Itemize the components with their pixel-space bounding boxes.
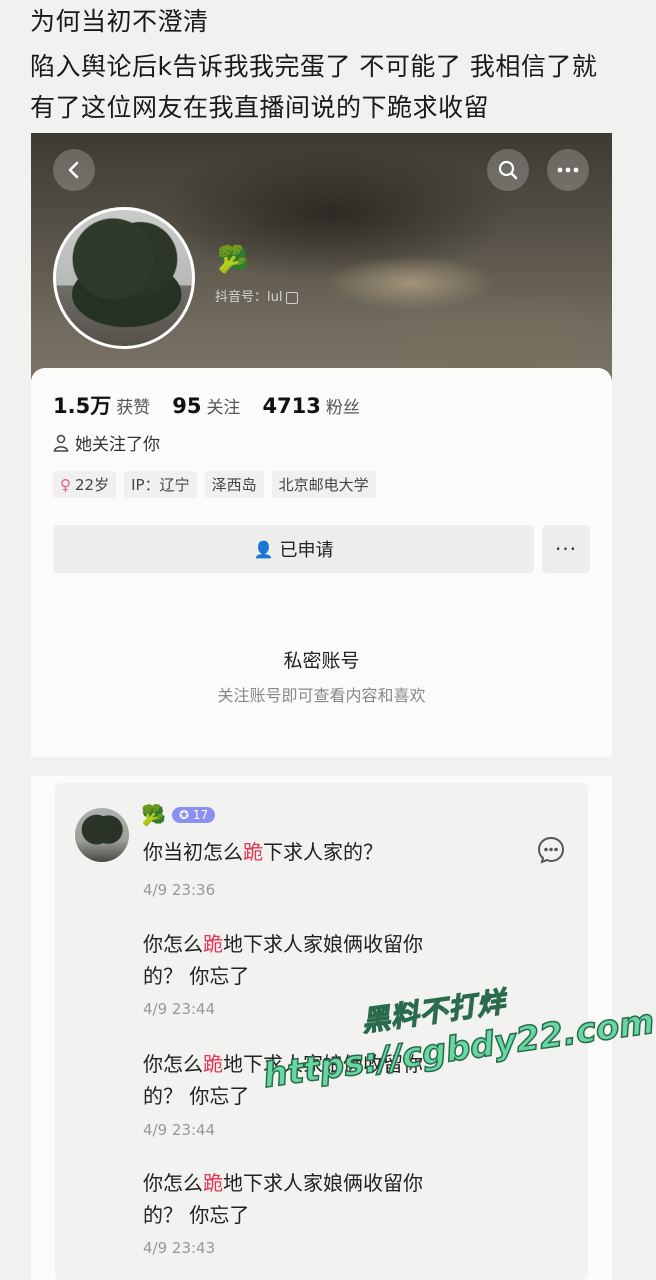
profile-banner: 🥦 抖音号：lul [31,133,612,383]
commenter-avatar[interactable] [75,808,129,862]
message-text: 下求人家的？ [263,840,383,864]
follow-requested-button[interactable]: 👤 已申请 [53,525,534,573]
follow-requested-label: 已申请 [279,540,334,561]
message-text: 地下求人家娘俩收留你 [223,1171,423,1195]
post-text-line-2: 陷入舆论后k告诉我我完蛋了 不可能了 我相信了就 [30,52,598,81]
level-badge-icon: ✪ [179,808,193,822]
back-button[interactable] [53,149,95,191]
search-button[interactable] [487,149,529,191]
follows-you-text: 她关注了你 [75,435,160,455]
search-icon [498,160,518,180]
message-text: 你当初怎么 [143,840,243,864]
message-text: 你怎么 [143,1171,203,1195]
highlighted-word: 跪 [243,840,263,864]
post-text-line-1: 为何当初不澄清 [30,7,209,36]
message-text: 的？ 你忘了 [143,964,250,988]
followers-label[interactable]: 粉丝 [326,398,360,418]
tag-age-text: 22岁 [75,476,110,494]
level-badge-text: 17 [192,808,209,822]
highlighted-word: 跪 [203,1171,223,1195]
comment-message-4: 你怎么跪地下求人家娘俩收留你的？ 你忘了 [143,1167,423,1231]
message-text: 的？ 你忘了 [143,1084,250,1108]
profile-more-button[interactable]: ··· [542,525,590,573]
reply-icon[interactable] [537,836,565,864]
message-text: 地下求人家娘俩收留你 [223,932,423,956]
followers-count[interactable]: 4713 [262,394,320,418]
level-badge: ✪ 17 [172,807,216,823]
comment-time-2: 4/9 23:44 [143,1000,216,1018]
nickname-emoji: 🥦 [217,245,250,275]
tag-age: ♀ 22岁 [53,471,117,498]
comment-message-1: 你当初怎么跪下求人家的？ [143,836,383,868]
tag-ip: IP：辽宁 [124,471,197,498]
comment-message-3: 你怎么跪地下求人家娘俩收留你的？ 你忘了 [143,1048,423,1112]
message-text: 你怎么 [143,932,203,956]
profile-screenshot: 🥦 抖音号：lul 1.5万 获赞 95 关注 4713 粉丝 她关注了你 ♀ 22岁 IP… [31,133,612,757]
comment-time-4: 4/9 23:43 [143,1239,216,1257]
message-text: 的？ 你忘了 [143,1203,250,1227]
profile-tags: ♀ 22岁 IP：辽宁 泽西岛 北京邮电大学 [53,471,384,498]
comment-message-2: 你怎么跪地下求人家娘俩收留你的？ 你忘了 [143,928,423,992]
comment-thread: 🥦 ✪ 17 你当初怎么跪下求人家的？ 4/9 23:36 你怎么跪地下求人家娘… [55,783,588,1280]
more-icon [557,167,579,173]
tag-location[interactable]: 泽西岛 [204,471,264,498]
highlighted-word: 跪 [203,932,223,956]
back-icon [68,161,79,179]
message-text: 你怎么 [143,1052,203,1076]
following-count[interactable]: 95 [172,394,201,418]
highlighted-word: 跪 [203,1052,223,1076]
post-text-line-3: 有了这位网友在我直播间说的下跪求收留 [30,93,490,122]
female-icon: ♀ [60,476,71,494]
person-check-icon: 👤 [253,539,274,559]
comments-screenshot: 🥦 ✪ 17 你当初怎么跪下求人家的？ 4/9 23:36 你怎么跪地下求人家娘… [31,776,612,1280]
more-options-button[interactable] [547,149,589,191]
tag-school[interactable]: 北京邮电大学 [271,471,376,498]
message-text: 地下求人家娘俩收留你 [223,1052,423,1076]
comment-time-3: 4/9 23:44 [143,1121,216,1139]
douyin-id[interactable]: 抖音号：lul [215,286,299,305]
person-icon [53,434,69,452]
profile-card: 1.5万 获赞 95 关注 4713 粉丝 她关注了你 ♀ 22岁 IP：辽宁 泽西岛 北京… [31,368,612,757]
follows-you-indicator: 她关注了你 [53,430,160,455]
douyin-id-text: 抖音号：lul [215,290,283,305]
profile-stats: 1.5万 获赞 95 关注 4713 粉丝 [53,390,382,420]
private-account-title: 私密账号 [283,650,360,672]
commenter-emoji: 🥦 [141,803,166,827]
likes-label: 获赞 [116,398,151,418]
copy-icon[interactable] [286,291,299,304]
profile-avatar[interactable] [53,207,195,349]
comment-time-1: 4/9 23:36 [143,881,216,899]
likes-count: 1.5万 [53,394,112,418]
private-account-subtitle: 关注账号即可查看内容和喜欢 [217,686,426,705]
following-label[interactable]: 关注 [206,398,240,418]
